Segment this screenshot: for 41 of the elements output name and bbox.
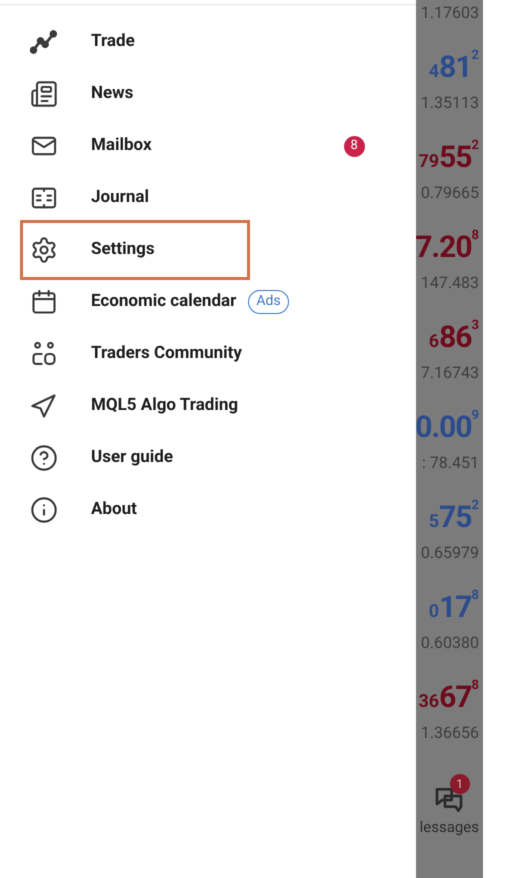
quote-price: 7.16743 <box>420 362 479 384</box>
unread-count: 8 <box>344 136 365 156</box>
quote-price: : 78.451 <box>422 452 479 474</box>
quote-bid: 686$^{3}$ <box>428 318 479 357</box>
info-icon <box>30 496 58 524</box>
quote-bid: 575$^{2}$ <box>428 498 479 537</box>
community-icon <box>30 340 58 368</box>
settings-icon <box>30 236 58 264</box>
menu-label: Mailbox <box>91 134 152 158</box>
quote-price: 1.17603 <box>420 2 479 24</box>
messages-tab[interactable]: lessages 1 <box>420 774 479 838</box>
menu-label: Traders Community <box>91 342 242 366</box>
menu-label: Settings <box>91 238 155 262</box>
message-count: 1 <box>450 774 470 794</box>
menu-label: User guide <box>91 446 174 470</box>
menu-label: News <box>91 82 134 106</box>
quote-bid: 3667$^{8}$ <box>418 678 479 717</box>
quote-bid: 481$^{2}$ <box>428 48 479 87</box>
line-chart-icon <box>30 28 58 56</box>
help-icon <box>30 444 58 472</box>
tab-label: lessages <box>420 817 479 838</box>
menu-label: Trade <box>91 30 135 54</box>
quote-price: 0.79665 <box>420 182 479 204</box>
ads-tag: Ads <box>248 290 289 314</box>
quote-price: 0.65979 <box>420 542 479 564</box>
quote-price: 1.36656 <box>420 722 479 744</box>
quote-bid: 0.00$^{9}$ <box>416 408 479 447</box>
menu-item[interactable]: Settings <box>20 220 250 280</box>
calendar-icon <box>30 288 58 316</box>
menu-label: Economic calendar <box>91 290 236 314</box>
menu-label: Journal <box>91 186 149 210</box>
menu-label: About <box>91 498 137 522</box>
quote-price: 147.483 <box>420 272 479 294</box>
quote-bid: 7955$^{2}$ <box>418 138 479 177</box>
menu-label: MQL5 Algo Trading <box>91 394 238 418</box>
quote-price: 1.35113 <box>420 92 479 114</box>
newspaper-icon <box>30 80 58 108</box>
quote-price: 0.60380 <box>420 632 479 654</box>
quote-bid: 017$^{8}$ <box>428 588 479 627</box>
quote-bid: 7.20$^{8}$ <box>416 228 479 267</box>
paper-plane-icon <box>30 392 58 420</box>
